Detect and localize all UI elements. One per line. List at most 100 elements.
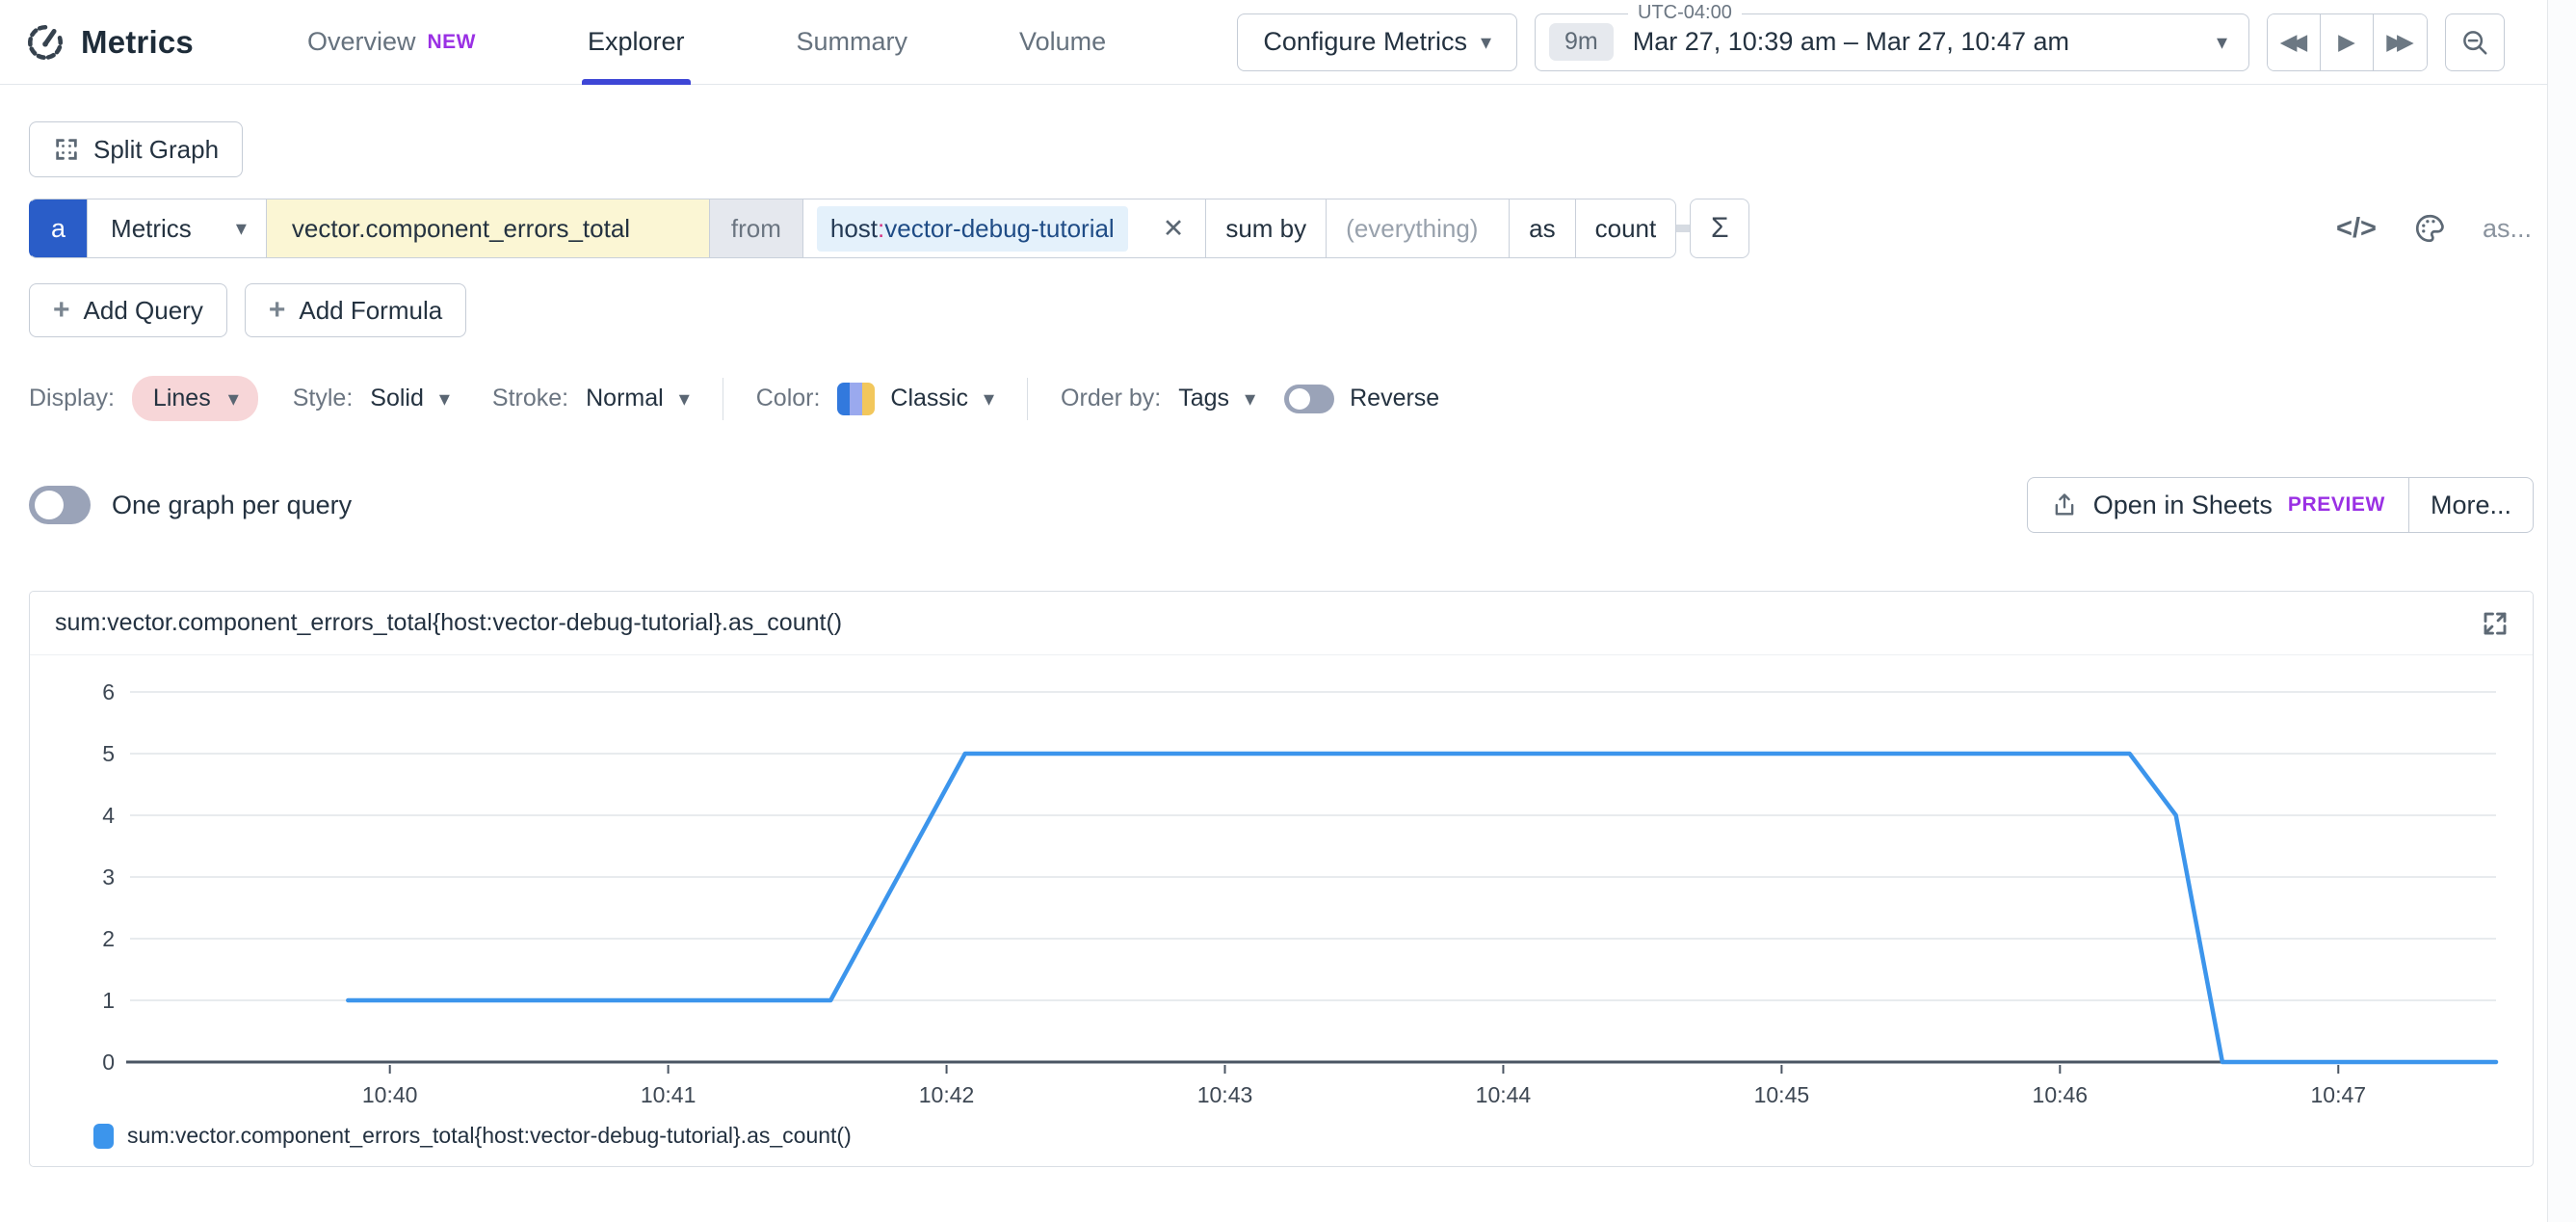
aggregator-select[interactable]: count	[1576, 199, 1677, 258]
svg-text:6: 6	[102, 679, 115, 704]
gauge-icon	[25, 22, 66, 63]
query-row: a Metrics ▾ vector.component_errors_tota…	[29, 199, 2534, 258]
legend-label: sum:vector.component_errors_total{host:v…	[127, 1123, 852, 1149]
stroke-label: Stroke:	[492, 385, 568, 412]
reverse-toggle[interactable]	[1284, 385, 1334, 413]
new-badge: NEW	[427, 31, 476, 54]
code-view-icon[interactable]: </>	[2336, 213, 2377, 245]
as-options-button[interactable]: as...	[2483, 214, 2532, 244]
tab-explorer[interactable]: Explorer	[588, 0, 685, 85]
color-palette-swatch[interactable]	[837, 383, 875, 415]
tab-summary[interactable]: Summary	[797, 0, 908, 85]
reverse-label: Reverse	[1350, 385, 1439, 412]
shift-forward-button[interactable]: ▶▶	[2374, 14, 2427, 70]
chart-plot-area[interactable]: 0 1 2 3 4 5 6 10:40 10:41 10:42 10:43 10:44 10:45 10:…	[30, 655, 2533, 1117]
chart-title: sum:vector.component_errors_total{host:v…	[55, 609, 842, 637]
zoom-out-button[interactable]	[2445, 13, 2505, 71]
svg-text:1: 1	[102, 988, 115, 1013]
chart-legend[interactable]: sum:vector.component_errors_total{host:v…	[30, 1117, 2533, 1166]
metrics-logo: Metrics	[25, 22, 194, 63]
split-grid-icon	[53, 136, 80, 163]
time-range-value: Mar 27, 10:39 am – Mar 27, 10:47 am	[1633, 27, 2069, 57]
svg-text:5: 5	[102, 741, 115, 766]
from-label: from	[710, 199, 803, 258]
color-label: Color:	[756, 385, 821, 412]
query-side-actions: </> as...	[2336, 212, 2534, 245]
query-connector	[1676, 225, 1690, 232]
style-label: Style:	[293, 385, 354, 412]
sigma-function-button[interactable]: Σ	[1690, 199, 1749, 258]
preview-badge: PREVIEW	[2288, 493, 2385, 517]
time-shift-controls: ◀◀ ▶ ▶▶	[2267, 13, 2428, 71]
main-content: Split Graph a Metrics ▾ vector.component…	[0, 121, 2576, 1167]
sum-by-label: sum by	[1206, 199, 1327, 258]
duration-badge: 9m	[1549, 23, 1614, 61]
shift-back-button[interactable]: ◀◀	[2268, 14, 2321, 70]
play-button[interactable]: ▶	[2321, 14, 2374, 70]
chevron-down-icon: ▾	[679, 388, 690, 410]
metric-name-input[interactable]: vector.component_errors_total	[267, 199, 710, 258]
palette-icon[interactable]	[2413, 212, 2446, 245]
plus-icon: +	[269, 294, 286, 327]
export-icon	[2051, 491, 2078, 518]
order-by-label: Order by:	[1061, 385, 1161, 412]
add-formula-button[interactable]: + Add Formula	[245, 283, 466, 337]
filter-input[interactable]: host:vector-debug-tutorial ✕	[803, 199, 1206, 258]
more-button[interactable]: More...	[2408, 477, 2534, 533]
svg-text:0: 0	[102, 1049, 115, 1075]
chevron-down-icon: ▾	[2217, 32, 2227, 53]
configure-metrics-button[interactable]: Configure Metrics ▾	[1237, 13, 1517, 71]
chevron-down-icon: ▾	[1245, 388, 1255, 410]
graph-controls-row: One graph per query Open in Sheets PREVI…	[29, 477, 2534, 533]
svg-text:4: 4	[102, 803, 115, 828]
rewind-icon: ◀◀	[2280, 29, 2300, 55]
svg-text:10:46: 10:46	[2033, 1082, 2089, 1107]
svg-text:10:45: 10:45	[1754, 1082, 1810, 1107]
tab-overview[interactable]: Overview NEW	[307, 0, 476, 85]
legend-color-swatch	[93, 1124, 114, 1149]
tab-volume[interactable]: Volume	[1019, 0, 1106, 85]
one-graph-per-query-toggle[interactable]	[29, 486, 91, 524]
chevron-down-icon: ▾	[439, 388, 450, 410]
order-by-select[interactable]: Tags ▾	[1178, 385, 1255, 412]
expand-icon[interactable]	[2481, 609, 2510, 638]
chart-card: sum:vector.component_errors_total{host:v…	[29, 591, 2534, 1167]
open-in-sheets-button[interactable]: Open in Sheets PREVIEW	[2027, 477, 2409, 533]
chevron-down-icon: ▾	[1481, 32, 1491, 53]
chevron-down-icon: ▾	[236, 218, 247, 239]
add-query-button[interactable]: + Add Query	[29, 283, 227, 337]
line-chart[interactable]: 0 1 2 3 4 5 6 10:40 10:41 10:42 10:43 10:44 10:45 10:…	[34, 659, 2519, 1112]
svg-text:3: 3	[102, 864, 115, 890]
svg-text:10:43: 10:43	[1197, 1082, 1253, 1107]
split-graph-button[interactable]: Split Graph	[29, 121, 243, 177]
header-right-controls: Configure Metrics ▾ UTC-04:00 9m Mar 27,…	[1237, 13, 2505, 71]
active-tab-underline	[582, 79, 691, 85]
plus-icon: +	[53, 294, 70, 327]
svg-text:10:47: 10:47	[2310, 1082, 2366, 1107]
time-range-picker[interactable]: UTC-04:00 9m Mar 27, 10:39 am – Mar 27, …	[1535, 13, 2249, 71]
query-editor: a Metrics ▾ vector.component_errors_tota…	[29, 199, 1749, 258]
svg-text:2: 2	[102, 926, 115, 951]
svg-text:10:44: 10:44	[1476, 1082, 1532, 1107]
fast-forward-icon: ▶▶	[2386, 29, 2406, 55]
zoom-out-icon	[2460, 28, 2489, 57]
svg-text:10:40: 10:40	[362, 1082, 418, 1107]
query-source-select[interactable]: Metrics ▾	[88, 199, 267, 258]
metrics-explorer-page: Metrics Overview NEW Explorer Summary Vo…	[0, 0, 2576, 1222]
svg-text:10:41: 10:41	[641, 1082, 697, 1107]
stroke-select[interactable]: Normal ▾	[586, 385, 690, 412]
filter-tag-chip[interactable]: host:vector-debug-tutorial	[817, 206, 1128, 252]
group-by-input[interactable]: (everything)	[1327, 199, 1510, 258]
as-label: as	[1510, 199, 1575, 258]
query-letter-badge: a	[29, 199, 88, 258]
close-icon[interactable]: ✕	[1163, 214, 1185, 244]
color-select[interactable]: Classic ▾	[890, 385, 994, 412]
vertical-scrollbar[interactable]	[2547, 0, 2576, 1222]
divider	[1027, 378, 1028, 420]
one-graph-per-query-label: One graph per query	[112, 491, 352, 520]
svg-text:10:42: 10:42	[919, 1082, 975, 1107]
display-type-select[interactable]: Lines ▾	[132, 376, 258, 421]
chevron-down-icon: ▾	[984, 388, 994, 410]
top-header: Metrics Overview NEW Explorer Summary Vo…	[0, 0, 2547, 85]
style-select[interactable]: Solid ▾	[370, 385, 450, 412]
